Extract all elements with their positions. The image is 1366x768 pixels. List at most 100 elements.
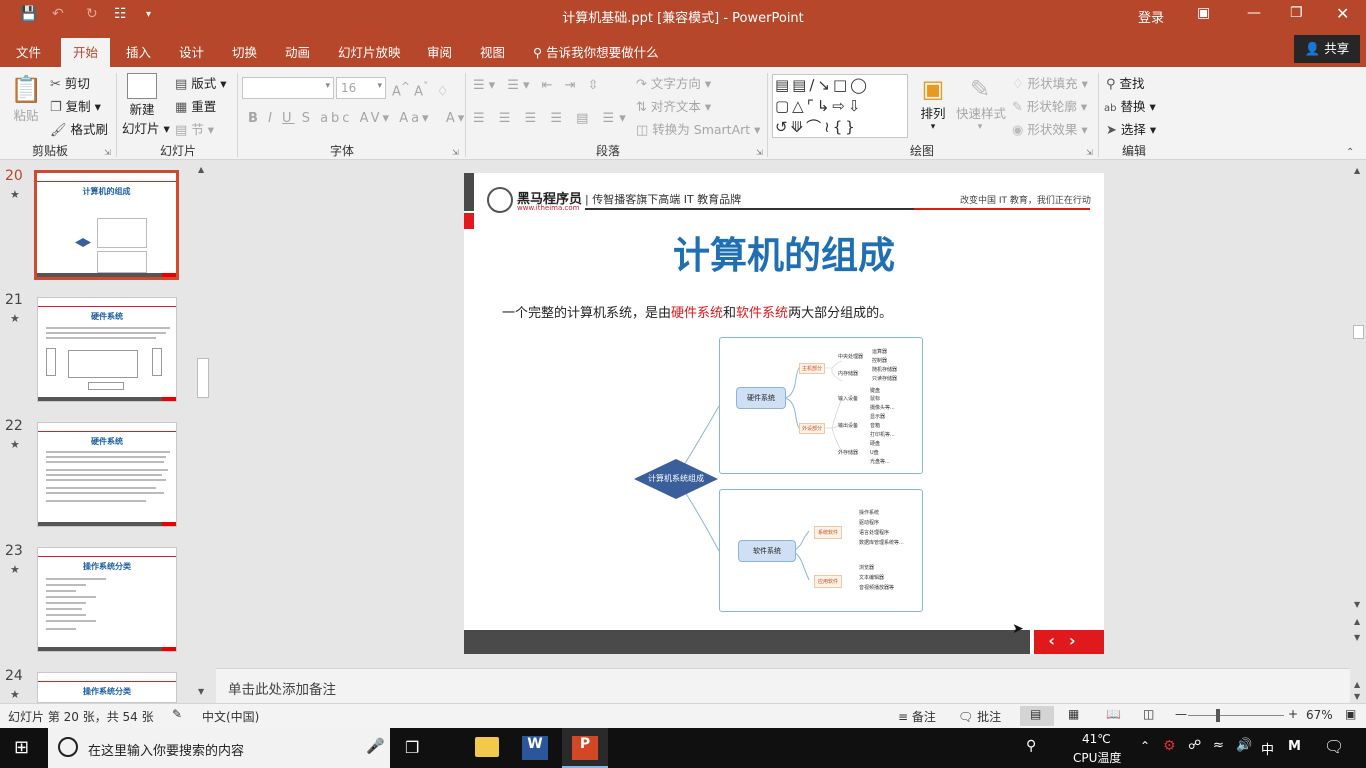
word-icon[interactable]: W [522,736,548,760]
paste-button[interactable]: 📋 粘贴 [10,75,42,124]
slide-thumbnail-20[interactable]: 计算机的组成 [34,170,179,280]
slide-thumbnails-pane: 20 ★ 计算机的组成 21 ★ 硬件系统 22 ★ 硬件系统 23 ★ 操作系… [0,160,215,703]
format-painter-button[interactable]: 🖌 格式刷 [50,119,108,138]
zoom-in-icon[interactable]: + [1288,707,1298,721]
dialog-launcher-icon[interactable]: ⇲ [452,148,459,157]
shape-fill-button[interactable]: ♢ 形状填充 ▾ [1012,73,1088,92]
tab-insert[interactable]: 插入 [126,42,151,61]
security-icon[interactable]: ⚙ [1163,738,1176,754]
windows-start-icon[interactable]: ⊞ [14,737,29,758]
tell-me-box[interactable]: ⚲ 告诉我你想要做什么 [533,42,659,61]
sorter-view-icon[interactable]: ▦ [1068,707,1079,721]
close-icon[interactable]: ✕ [1336,4,1349,23]
leaf-node: 语言处理程序 [859,530,890,536]
language-status[interactable]: 中文(中国) [202,708,259,725]
share-button[interactable]: 👤 共享 [1294,35,1360,63]
shape-effects-button[interactable]: ◉ 形状效果 ▾ [1012,119,1088,138]
slide-canvas[interactable]: 黑马程序员 www.itheima.com | 传智播客旗下高端 IT 教育品牌… [464,173,1104,654]
powerpoint-taskbar-button[interactable]: P [562,728,608,768]
fit-slide-icon[interactable]: ▣ [1345,707,1356,721]
tab-file[interactable]: 文件 [16,42,41,61]
ime-indicator[interactable]: 中 [1261,739,1274,758]
taskbar-search-box[interactable]: 在这里输入你要搜索的内容 🎤 [48,728,390,768]
people-icon[interactable]: ⚲ [1026,738,1036,754]
font-name-field[interactable]: ▾ [242,77,334,99]
notification-icon[interactable]: 🗨 [1324,737,1344,756]
leaf-node: 浏览器 [859,565,875,571]
restore-icon[interactable]: ❐ [1290,5,1303,21]
shape-outline-button[interactable]: ✎ 形状轮廓 ▾ [1012,96,1087,115]
normal-view-button[interactable]: ▤ [1020,706,1054,726]
font-size-buttons[interactable]: A^ Aˇ ♢ [392,80,448,99]
thumbnails-scrollbar[interactable]: ▲ ▼ [195,163,211,701]
find-button[interactable]: ⚲ 查找 [1106,73,1145,92]
comments-toggle[interactable]: 🗨 批注 [958,708,1001,725]
dialog-launcher-icon[interactable]: ⇲ [104,148,111,157]
quick-styles-icon: ✎ [969,75,991,103]
paste-label: 粘贴 [13,108,39,123]
wifi-icon[interactable]: ≈ [1213,738,1224,753]
tab-transitions[interactable]: 切换 [232,42,257,61]
quick-styles-button[interactable]: ✎ 快速样式 ▾ [956,75,1006,132]
tab-view[interactable]: 视图 [480,42,505,61]
arrange-button[interactable]: ▣ 排列 ▾ [918,75,948,132]
reading-view-icon[interactable]: 📖 [1106,707,1121,721]
scroll-thumb[interactable] [197,358,209,398]
text-direction-icon: ↷ [636,77,647,92]
editor-scrollbar[interactable]: ▲ ▼ ▲ ▼ ▲ ▼ [1350,160,1366,703]
notes-pane[interactable]: 单击此处添加备注 [216,668,1350,703]
align-text-button[interactable]: ⇅ 对齐文本 ▾ [636,96,711,115]
slideshow-view-icon[interactable]: ◫ [1143,707,1154,721]
login-link[interactable]: 登录 [1138,7,1164,26]
font-size-field[interactable]: 16 ▾ [336,77,386,99]
scroll-thumb[interactable] [1353,325,1364,339]
tab-home[interactable]: 开始 [61,38,111,67]
file-explorer-icon[interactable] [475,737,499,757]
text-direction-button[interactable]: ↷ 文字方向 ▾ [636,73,711,92]
slide-thumbnail-22[interactable]: 硬件系统 [37,422,177,527]
zoom-level[interactable]: 67% [1306,708,1333,722]
ime-mode-indicator[interactable]: M [1288,739,1301,754]
task-view-icon[interactable]: ❐ [405,738,419,757]
select-button[interactable]: ➤ 选择 ▾ [1106,119,1156,138]
tab-slideshow[interactable]: 幻灯片放映 [338,42,401,61]
next-slide-icon[interactable]: ▼ [1354,633,1360,642]
root-label: 计算机系统组成 [648,474,704,483]
shapes-gallery[interactable]: ▤▤∕↘□◯ ▢△⌜↳⇨⇩ ↺⟱⌒≀{} [772,74,908,138]
spellcheck-icon[interactable]: ✎ [172,707,182,721]
tab-animations[interactable]: 动画 [285,42,310,61]
smartart-button[interactable]: ◫ 转换为 SmartArt ▾ [636,119,760,138]
minimize-icon[interactable]: — [1247,5,1261,21]
reset-button[interactable]: ▦ 重置 [175,96,216,115]
external-node: 外存储器 [838,450,859,456]
tab-review[interactable]: 审阅 [427,42,452,61]
collapse-ribbon-icon[interactable]: ⌃ [1346,147,1354,158]
layout-button[interactable]: ▤ 版式 ▾ [175,73,227,92]
slide-thumbnail-23[interactable]: 操作系统分类 [37,547,177,652]
slide-thumbnail-24[interactable]: 操作系统分类 [37,672,177,703]
slide-thumbnail-21[interactable]: 硬件系统 [37,297,177,402]
zoom-out-icon[interactable]: — [1175,707,1187,721]
list-buttons[interactable]: ☰▾ ☰▾ ⇤ ⇥ ⇳ [473,78,603,93]
network-device-icon[interactable]: ☍ [1188,738,1201,753]
ribbon-display-icon[interactable]: ▣ [1197,5,1210,21]
zoom-slider[interactable] [1188,715,1284,716]
replace-button[interactable]: ab 替换 ▾ [1104,96,1156,115]
drawing-group-label: 绘图 [910,144,935,158]
tab-design[interactable]: 设计 [179,42,204,61]
notes-toggle[interactable]: ≡ 备注 [898,708,936,725]
show-hidden-icons[interactable]: ⌃ [1140,739,1150,753]
new-slide-button[interactable]: 新建 幻灯片 ▾ [122,73,170,137]
volume-icon[interactable]: 🔊 [1236,738,1252,753]
microphone-icon[interactable]: 🎤 [366,737,385,755]
slide-nav-arrows[interactable]: ‹› [1034,630,1104,654]
zoom-slider-thumb[interactable] [1216,709,1220,722]
dialog-launcher-icon[interactable]: ⇲ [1086,148,1093,157]
prev-slide-icon[interactable]: ▲ [1354,617,1360,626]
copy-button[interactable]: ❐ 复制 ▾ [50,96,101,115]
cut-button[interactable]: ✂ 剪切 [50,73,90,92]
section-button[interactable]: ▤ 节 ▾ [175,119,214,138]
font-format-buttons[interactable]: B I U S abc AV▾ Aa▾ A▾ [248,111,467,126]
align-buttons[interactable]: ☰ ☰ ☰ ☰ ▤ ☰▾ [473,111,631,126]
dialog-launcher-icon[interactable]: ⇲ [756,148,763,157]
